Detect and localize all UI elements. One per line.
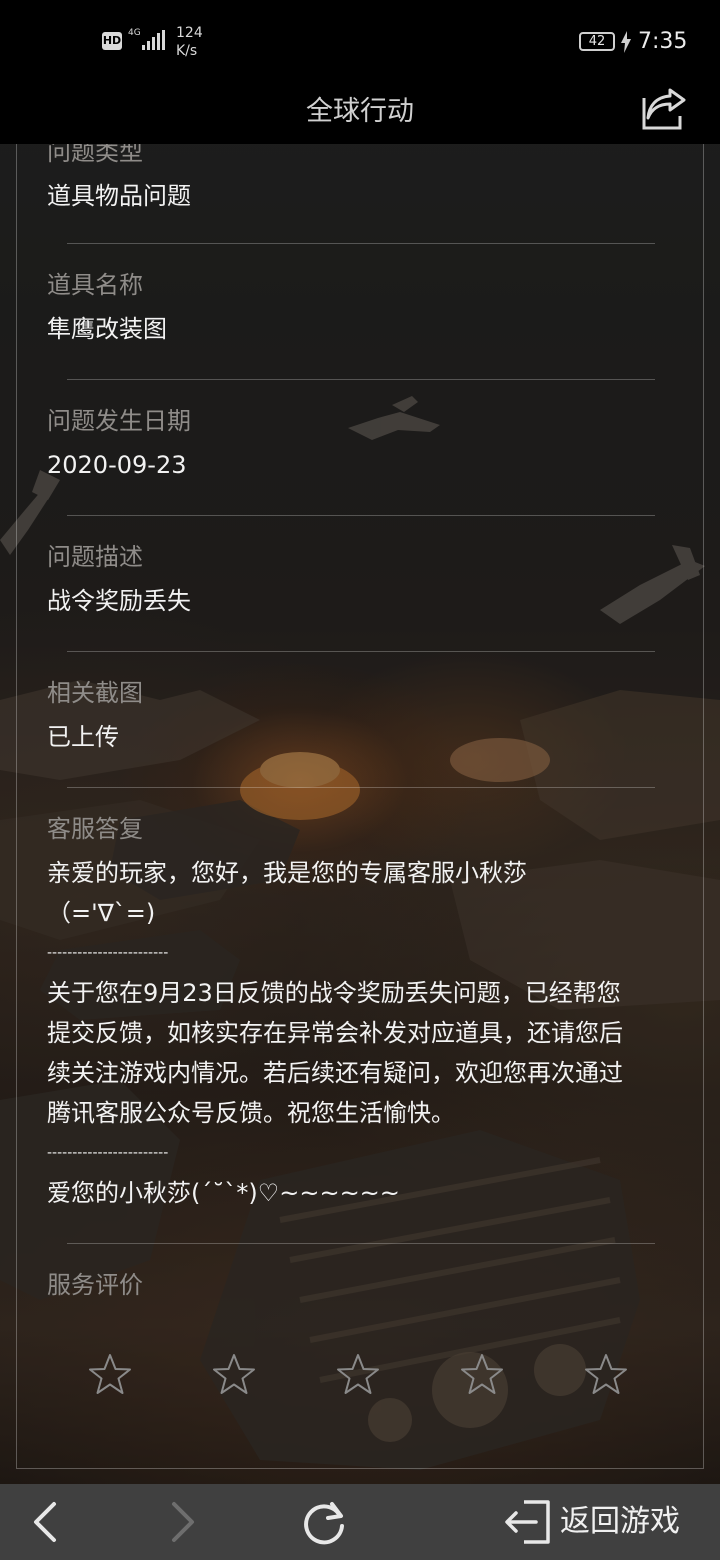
exit-icon[interactable] [502,1498,554,1546]
reply-line: 提交反馈，如核实存在异常会补发对应道具，还请您后 [47,1019,623,1047]
divider [67,1243,655,1244]
battery-indicator: 42 [579,32,615,51]
field-label: 客服答复 [47,815,143,843]
field-label: 相关截图 [47,679,143,707]
field-label: 问题描述 [47,543,143,571]
reply-separator: ------------------------ [47,1145,169,1161]
chevron-left-icon[interactable] [24,1496,68,1548]
chevron-right-icon[interactable] [160,1496,204,1548]
field-support-reply: 客服答复 [47,813,677,845]
reply-line: 关于您在9月23日反馈的战令奖励丢失问题，已经帮您 [47,979,621,1007]
star-icon[interactable] [211,1352,257,1398]
title-bar: 全球行动 [0,80,720,144]
field-label: 道具名称 [47,271,143,299]
divider [67,515,655,516]
network-speed: 124 K/s [176,24,203,60]
field-label: 服务评价 [47,1271,143,1299]
network-speed-value: 124 [176,25,203,41]
star-icon[interactable] [459,1352,505,1398]
divider [67,651,655,652]
status-bar: HD 4G 124 K/s 42 7:35 [0,0,720,80]
field-item-name: 道具名称 隼鹰改装图 [47,269,677,345]
reply-line: 续关注游戏内情况。若后续还有疑问，欢迎您再次通过 [47,1059,623,1087]
field-value: 道具物品问题 [47,182,191,210]
star-icon[interactable] [583,1352,629,1398]
app-screen: HD 4G 124 K/s 42 7:35 全球行动 问题类型 道具物品问题 道… [0,0,720,1560]
network-speed-unit: K/s [176,43,198,59]
field-value: 战令奖励丢失 [47,587,191,615]
reply-line: 亲爱的玩家，您好，我是您的专属客服小秋莎 [47,859,527,887]
field-value: 2020-09-23 [47,451,187,479]
reply-separator: ------------------------ [47,945,169,961]
page-title: 全球行动 [306,96,414,127]
field-value: 已上传 [47,723,119,751]
return-to-game-button[interactable]: 返回游戏 [560,1502,680,1542]
star-icon[interactable] [335,1352,381,1398]
reply-line: 腾讯客服公众号反馈。祝您生活愉快。 [47,1099,455,1127]
divider [67,379,655,380]
reply-line: 爱您的小秋莎(´˘`*)♡~~~~~~ [47,1179,400,1207]
network-type: 4G [128,28,141,38]
field-service-rating: 服务评价 [47,1269,677,1301]
field-value: 隼鹰改装图 [47,315,167,343]
signal-icon [142,30,165,50]
field-issue-date: 问题发生日期 2020-09-23 [47,405,677,481]
reply-line: （='∇`=) [47,899,156,927]
field-issue-type: 问题类型 道具物品问题 [47,144,677,212]
field-label: 问题类型 [47,144,143,166]
charging-icon [621,31,631,53]
rating-stars [87,1352,647,1402]
clock: 7:35 [638,29,688,54]
divider [67,787,655,788]
hd-badge: HD [102,32,122,50]
ticket-detail-card: 问题类型 道具物品问题 道具名称 隼鹰改装图 问题发生日期 2020-09-23… [16,144,704,1469]
share-icon[interactable] [640,84,688,132]
refresh-icon[interactable] [298,1496,350,1548]
field-label: 问题发生日期 [47,407,191,435]
divider [67,243,655,244]
field-issue-description: 问题描述 战令奖励丢失 [47,541,677,617]
star-icon[interactable] [87,1352,133,1398]
field-screenshots: 相关截图 已上传 [47,677,677,753]
